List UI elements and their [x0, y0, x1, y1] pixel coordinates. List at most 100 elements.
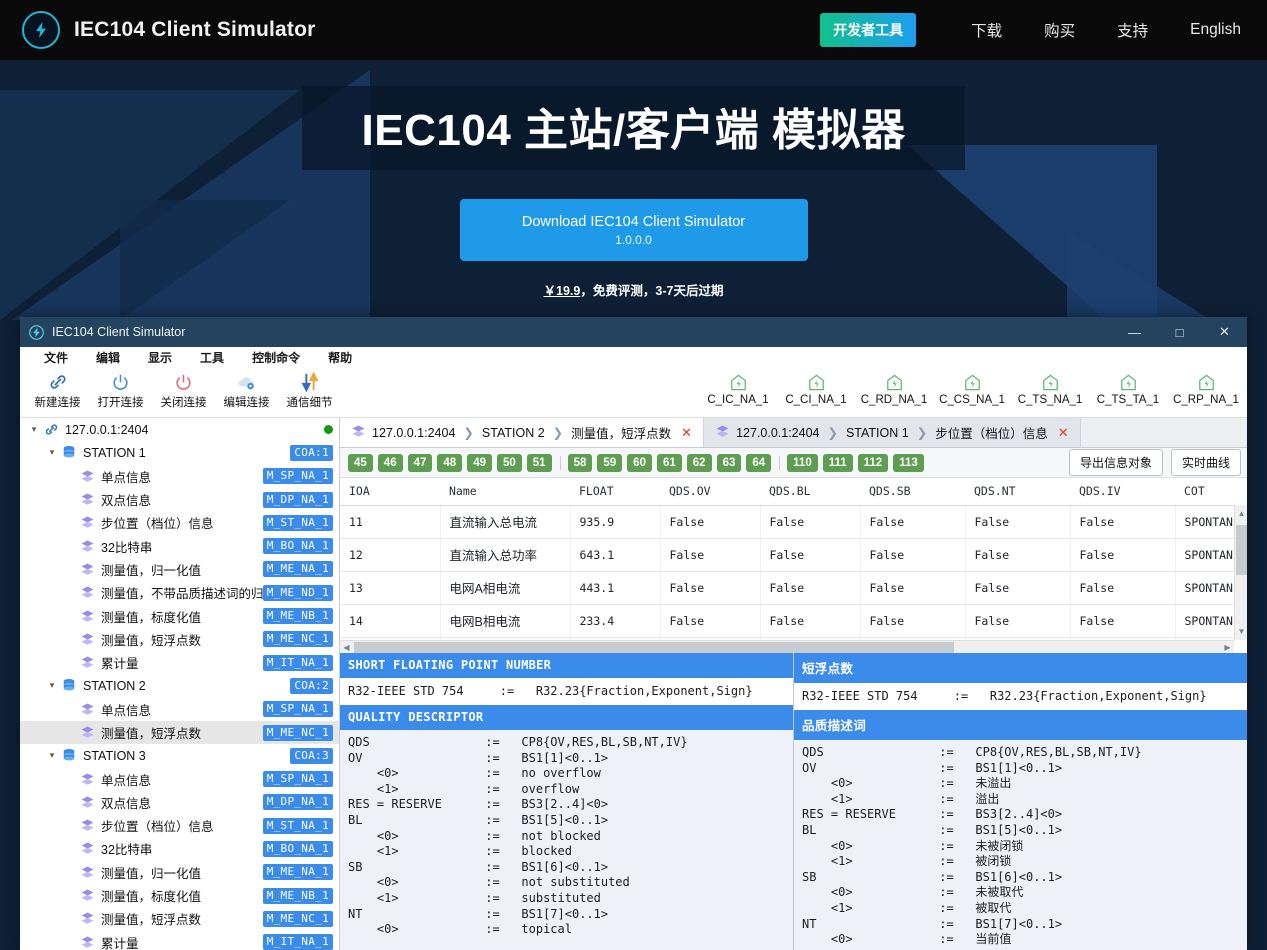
tree-item[interactable]: 双点信息 M_DP_NA_1: [20, 791, 339, 814]
ioa-chip[interactable]: 112: [857, 453, 889, 472]
nav-link-support[interactable]: 支持: [1096, 19, 1169, 41]
scroll-right-icon[interactable]: ▶: [1221, 641, 1234, 653]
table-column-header[interactable]: QDS.IV: [1070, 478, 1175, 506]
ioa-chip[interactable]: 45: [348, 453, 373, 472]
ioa-chip[interactable]: 111: [822, 453, 853, 472]
tree-item[interactable]: 累计量 M_IT_NA_1: [20, 651, 339, 674]
ioa-chip[interactable]: 47: [407, 453, 433, 472]
realtime-curve-button[interactable]: 实时曲线: [1170, 449, 1241, 476]
table-column-header[interactable]: QDS.SB: [860, 478, 965, 506]
close-connection-button[interactable]: 关闭连接: [152, 368, 215, 410]
tree-item[interactable]: ▾ STATION 1 COA:1: [20, 441, 339, 464]
table-column-header[interactable]: QDS.OV: [660, 478, 760, 506]
asdu-c-ci-na-1-button[interactable]: C_CI_NA_1: [777, 368, 855, 406]
table-row[interactable]: 11 直流输入总电流 935.9 False False False False False S…: [340, 505, 1247, 539]
horizontal-scroll-thumb[interactable]: [354, 642, 954, 653]
tree-item[interactable]: 测量值，短浮点数 M_ME_NC_1: [20, 628, 339, 651]
close-button[interactable]: ✕: [1202, 317, 1247, 347]
tree-item[interactable]: 测量值，短浮点数 M_ME_NC_1: [20, 907, 339, 930]
scroll-up-icon[interactable]: ▲: [1235, 507, 1247, 520]
communication-details-button[interactable]: 通信细节: [278, 368, 341, 410]
ioa-chip[interactable]: 48: [437, 453, 463, 472]
ioa-chip[interactable]: 58: [567, 453, 593, 472]
menu-help[interactable]: 帮助: [314, 349, 366, 366]
ioa-chip[interactable]: 110: [787, 453, 818, 472]
tree-item[interactable]: 测量值，归一化值 M_ME_NA_1: [20, 558, 339, 581]
menu-tools[interactable]: 工具: [186, 349, 238, 366]
minimize-button[interactable]: —: [1112, 317, 1157, 347]
table-column-header[interactable]: Name: [440, 478, 570, 506]
table-column-header[interactable]: IOA: [340, 478, 440, 506]
tree-caret-icon[interactable]: ▾: [44, 750, 60, 761]
tree-item[interactable]: 双点信息 M_DP_NA_1: [20, 488, 339, 511]
developer-tools-button[interactable]: 开发者工具: [820, 13, 917, 47]
asdu-c-cs-na-1-button[interactable]: C_CS_NA_1: [933, 368, 1011, 406]
tree-item[interactable]: ▾ 127.0.0.1:2404: [20, 418, 339, 441]
table-row[interactable]: 14 电网B相电流 233.4 False False False False False SP…: [340, 604, 1247, 638]
vertical-scroll-thumb[interactable]: [1236, 525, 1247, 575]
menu-view[interactable]: 显示: [134, 349, 186, 366]
asdu-c-ts-ta-1-button[interactable]: C_TS_TA_1: [1089, 368, 1167, 406]
tree-item[interactable]: ▾ STATION 3 COA:3: [20, 744, 339, 767]
nav-link-language[interactable]: English: [1169, 21, 1245, 39]
tab-close-icon[interactable]: ✕: [1058, 425, 1069, 441]
tree-item[interactable]: 步位置（档位）信息 M_ST_NA_1: [20, 511, 339, 534]
tab[interactable]: 127.0.0.1:2404 ❯ STATION 2 ❯ 测量值，短浮点数 ✕: [340, 418, 705, 447]
table-column-header[interactable]: COT: [1175, 478, 1247, 506]
scroll-down-icon[interactable]: ▼: [1235, 625, 1247, 638]
tree-item[interactable]: 测量值，不带品质描述词的归一 M_ME_ND_1: [20, 581, 339, 604]
tree-item[interactable]: 测量值，归一化值 M_ME_NA_1: [20, 861, 339, 884]
tree-item[interactable]: 测量值，标度化值 M_ME_NB_1: [20, 884, 339, 907]
tree-caret-icon[interactable]: ▾: [26, 424, 42, 435]
menu-edit[interactable]: 编辑: [82, 349, 134, 366]
connection-tree[interactable]: ▾ 127.0.0.1:2404 ▾ STATION 1 COA:1 单点信息 M_SP_N…: [20, 418, 340, 950]
asdu-c-rd-na-1-button[interactable]: C_RD_NA_1: [855, 368, 933, 406]
nav-link-download[interactable]: 下载: [950, 19, 1023, 41]
table-vertical-scrollbar[interactable]: ▲ ▼: [1234, 505, 1247, 640]
asdu-c-ic-na-1-button[interactable]: C_IC_NA_1: [699, 368, 777, 406]
ioa-chip[interactable]: 63: [716, 453, 742, 472]
table-row[interactable]: 13 电网A相电流 443.1 False False False False False SP…: [340, 571, 1247, 605]
nav-link-buy[interactable]: 购买: [1023, 19, 1096, 41]
ioa-chip[interactable]: 60: [627, 453, 652, 472]
maximize-button[interactable]: □: [1157, 317, 1202, 347]
table-horizontal-scrollbar[interactable]: ◀ ▶: [340, 640, 1234, 653]
menu-file[interactable]: 文件: [30, 349, 82, 366]
tree-item[interactable]: 单点信息 M_SP_NA_1: [20, 698, 339, 721]
tree-caret-icon[interactable]: ▾: [44, 447, 60, 458]
ioa-chip[interactable]: 61: [656, 453, 682, 472]
tree-item[interactable]: 单点信息 M_SP_NA_1: [20, 465, 339, 488]
tree-item[interactable]: ▾ STATION 2 COA:2: [20, 674, 339, 697]
tree-caret-icon[interactable]: ▾: [44, 680, 60, 691]
tree-item[interactable]: 32比特串 M_BO_NA_1: [20, 534, 339, 557]
table-column-header[interactable]: QDS.NT: [965, 478, 1070, 506]
tree-item[interactable]: 测量值，短浮点数 M_ME_NC_1: [20, 720, 339, 745]
ioa-chip[interactable]: 113: [893, 453, 924, 472]
ioa-chip[interactable]: 51: [526, 453, 552, 472]
download-button[interactable]: Download IEC104 Client Simulator 1.0.0.0: [459, 199, 808, 261]
table-column-header[interactable]: FLOAT: [570, 478, 660, 506]
ioa-chip[interactable]: 62: [686, 453, 712, 472]
table-column-header[interactable]: QDS.BL: [760, 478, 860, 506]
edit-connection-button[interactable]: 编辑连接: [215, 368, 278, 410]
open-connection-button[interactable]: 打开连接: [89, 368, 152, 410]
ioa-chip[interactable]: 46: [377, 453, 403, 472]
export-objects-button[interactable]: 导出信息对象: [1068, 449, 1163, 476]
ioa-chip[interactable]: 50: [496, 453, 522, 472]
tree-item[interactable]: 32比特串 M_BO_NA_1: [20, 837, 339, 860]
ioa-chip[interactable]: 59: [597, 453, 623, 472]
table-row[interactable]: 12 直流输入总功率 643.1 False False False False False S…: [340, 538, 1247, 572]
menu-control-commands[interactable]: 控制命令: [238, 349, 314, 366]
asdu-c-rp-na-1-button[interactable]: C_RP_NA_1: [1167, 368, 1245, 406]
ioa-chip[interactable]: 49: [467, 453, 492, 472]
ioa-chip[interactable]: 64: [746, 453, 772, 472]
new-connection-button[interactable]: 新建连接: [26, 368, 89, 410]
scroll-left-icon[interactable]: ◀: [340, 641, 353, 653]
tree-item[interactable]: 测量值，标度化值 M_ME_NB_1: [20, 604, 339, 627]
tree-item[interactable]: 步位置（档位）信息 M_ST_NA_1: [20, 814, 339, 837]
asdu-c-ts-na-1-button[interactable]: C_TS_NA_1: [1011, 368, 1089, 406]
tree-item[interactable]: 单点信息 M_SP_NA_1: [20, 767, 339, 790]
tab-close-icon[interactable]: ✕: [681, 425, 692, 441]
tree-item[interactable]: 累计量 M_IT_NA_1: [20, 931, 339, 950]
tab[interactable]: 127.0.0.1:2404 ❯ STATION 1 ❯ 步位置（档位）信息 ✕: [704, 418, 1081, 447]
